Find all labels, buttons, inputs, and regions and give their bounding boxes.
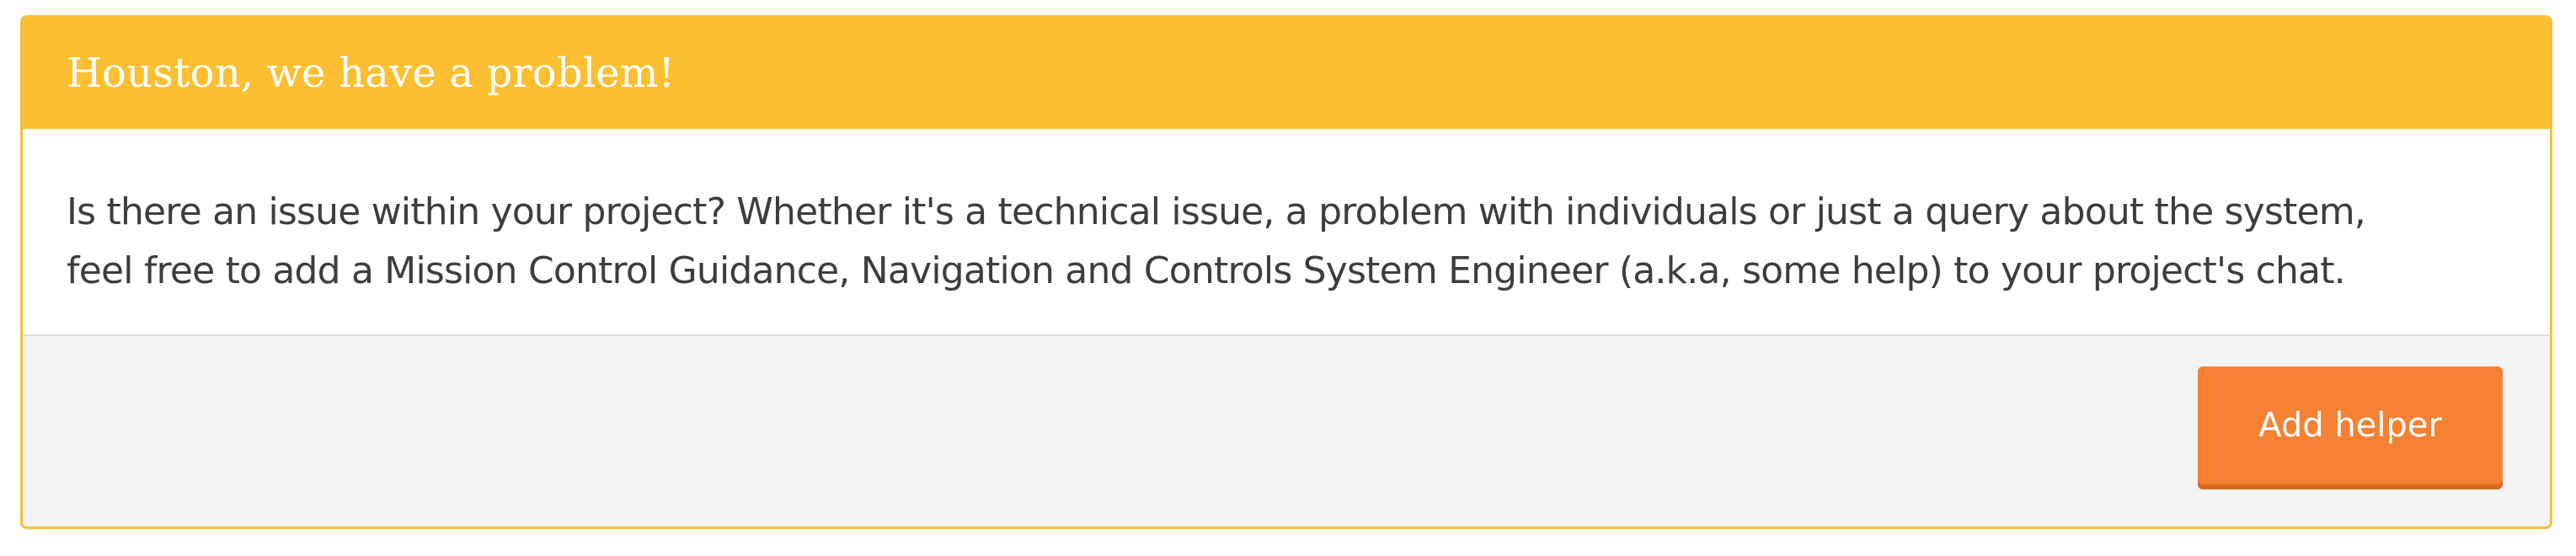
add-helper-button[interactable]: Add helper <box>2198 366 2503 484</box>
panel-header: Houston, we have a problem! <box>23 18 2550 129</box>
panel-title: Houston, we have a problem! <box>67 50 676 97</box>
description-line-2: feel free to add a Mission Control Guida… <box>67 249 2346 292</box>
panel-description: Is there an issue within your project? W… <box>67 183 2506 301</box>
help-panel: Houston, we have a problem! Is there an … <box>20 15 2552 529</box>
panel-body: Is there an issue within your project? W… <box>23 129 2550 336</box>
description-line-1: Is there an issue within your project? W… <box>67 190 2366 233</box>
panel-footer: Add helper <box>23 336 2550 527</box>
